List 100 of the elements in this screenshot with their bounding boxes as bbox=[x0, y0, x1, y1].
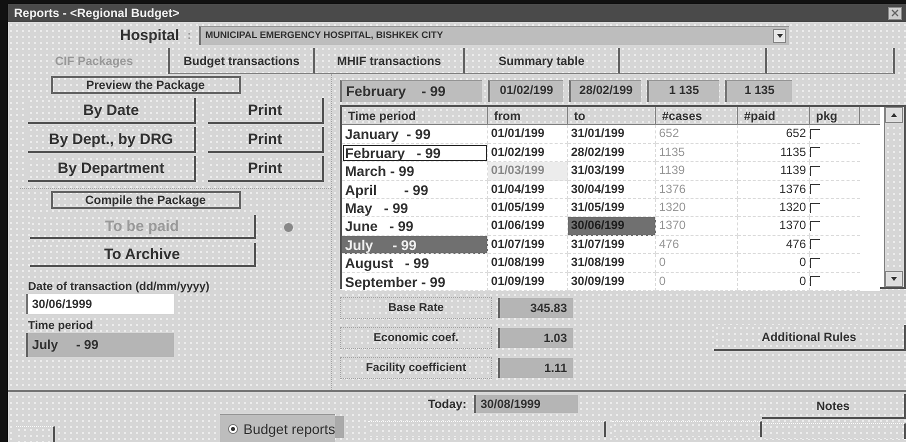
group-title: Preview the Package bbox=[50, 76, 240, 94]
table-cell: 01/09/199 bbox=[488, 272, 568, 291]
table-cell: 1370 bbox=[738, 217, 810, 236]
print-button[interactable]: Print bbox=[208, 127, 324, 153]
period-cell[interactable]: February - 99 bbox=[342, 144, 488, 162]
table-cell: 01/04/199 bbox=[488, 180, 568, 199]
period-cell[interactable]: August - 99 bbox=[342, 254, 488, 273]
rate-label: Facility coefficient bbox=[340, 357, 492, 379]
up-arrow-icon bbox=[891, 113, 897, 117]
column-header: #cases bbox=[656, 107, 738, 125]
pkg-checkbox[interactable] bbox=[810, 202, 820, 213]
table-cell: 30/06/199 bbox=[568, 217, 656, 236]
table-cell: 1320 bbox=[656, 198, 738, 218]
summary-field: 28/02/199 bbox=[569, 80, 641, 102]
period-cell[interactable]: June - 99 bbox=[342, 217, 488, 236]
table-cell: 1370 bbox=[656, 217, 738, 236]
table-cell: 28/02/199 bbox=[568, 144, 656, 162]
date-input[interactable]: 30/06/1999 bbox=[26, 294, 174, 314]
print-button[interactable]: Print bbox=[208, 156, 324, 182]
additional-rules-button[interactable]: Additional Rules bbox=[714, 325, 906, 351]
today-field: 30/08/1999 bbox=[474, 395, 578, 413]
table-cell: 01/08/199 bbox=[488, 254, 568, 273]
side-panel bbox=[335, 416, 344, 438]
notes-button[interactable]: Notes bbox=[762, 394, 906, 419]
print-button[interactable]: Print bbox=[208, 98, 324, 124]
table-cell: 476 bbox=[656, 236, 738, 254]
close-icon bbox=[891, 9, 899, 17]
rate-value: 1.03 bbox=[498, 328, 573, 348]
period-cell[interactable]: July - 99 bbox=[342, 236, 488, 254]
table-cell: 31/07/199 bbox=[568, 236, 656, 254]
table-cell: 01/07/199 bbox=[488, 236, 568, 254]
close-button[interactable] bbox=[888, 6, 902, 20]
column-header: to bbox=[568, 107, 656, 125]
summary-field: 01/02/199 bbox=[488, 80, 563, 102]
table-cell: 31/01/199 bbox=[568, 125, 656, 144]
rate-label: Economic coef. bbox=[340, 327, 492, 349]
table-cell: 652 bbox=[656, 125, 738, 144]
rate-label: Base Rate bbox=[340, 297, 492, 319]
compile-button[interactable]: To Archive bbox=[30, 243, 256, 267]
tab[interactable]: Budget transactions bbox=[170, 48, 315, 74]
table-cell: 1320 bbox=[738, 198, 810, 218]
table-cell: 0 bbox=[738, 254, 810, 273]
table-cell: 31/08/199 bbox=[568, 254, 656, 273]
down-arrow-icon bbox=[891, 277, 897, 281]
radio-option[interactable]: Budget reports bbox=[220, 414, 336, 442]
window-title: Reports - <Regional Budget> bbox=[14, 6, 180, 20]
radio-button[interactable] bbox=[228, 424, 238, 434]
hospital-value: MUNICIPAL EMERGENCY HOSPITAL, BISHKEK CITY bbox=[205, 30, 444, 41]
period-cell[interactable]: May - 99 bbox=[342, 198, 488, 218]
column-header: #paid bbox=[738, 107, 810, 125]
period-cell[interactable]: March - 99 bbox=[342, 162, 488, 181]
dropdown-button[interactable] bbox=[773, 28, 786, 42]
table-cell: 31/05/199 bbox=[568, 198, 656, 218]
label-separator: : bbox=[187, 28, 192, 42]
tab[interactable]: Summary table bbox=[465, 48, 620, 74]
scrollbar[interactable] bbox=[884, 107, 904, 287]
table-cell: 1139 bbox=[738, 162, 810, 181]
table-cell: 01/01/199 bbox=[488, 125, 568, 144]
table-cell: 31/03/199 bbox=[568, 162, 656, 181]
field-label: Time period bbox=[27, 319, 94, 333]
report-button[interactable]: By Date bbox=[28, 98, 196, 124]
rate-value: 1.11 bbox=[498, 358, 573, 378]
exit-button[interactable] bbox=[16, 426, 56, 442]
rate-value: 345.83 bbox=[498, 298, 573, 318]
field-label: Date of transaction (dd/mm/yyyy) bbox=[27, 280, 210, 294]
table-cell: 1135 bbox=[738, 144, 810, 162]
report-button[interactable]: By Dept., by DRG bbox=[28, 127, 196, 153]
scroll-down-button[interactable] bbox=[885, 271, 903, 287]
table-cell: 0 bbox=[656, 254, 738, 273]
period-cell[interactable]: January - 99 bbox=[342, 125, 488, 144]
period-field: July - 99 bbox=[26, 333, 174, 357]
table-cell: 01/05/199 bbox=[488, 198, 568, 218]
table-cell: 1135 bbox=[656, 144, 738, 162]
table-cell: 1376 bbox=[656, 180, 738, 199]
report-button[interactable]: By Department bbox=[28, 156, 196, 182]
group-title: Compile the Package bbox=[50, 191, 240, 209]
summary-field: February - 99 bbox=[340, 80, 482, 102]
table-cell: 1139 bbox=[656, 162, 738, 181]
table-cell: 0 bbox=[738, 272, 810, 291]
period-cell[interactable]: September - 99 bbox=[342, 272, 488, 291]
table-cell: 476 bbox=[738, 236, 810, 254]
scroll-up-button[interactable] bbox=[885, 107, 903, 123]
today-label: Today: bbox=[428, 397, 466, 411]
hospital-dropdown[interactable]: MUNICIPAL EMERGENCY HOSPITAL, BISHKEK CITY bbox=[199, 26, 790, 44]
radio-label: Budget reports bbox=[243, 420, 336, 436]
caret-icon bbox=[776, 34, 783, 38]
column-header: pkg bbox=[810, 107, 860, 125]
table-cell: 30/04/199 bbox=[568, 180, 656, 199]
table-cell: 652 bbox=[738, 125, 810, 144]
summary-field: 1 135 bbox=[647, 80, 719, 102]
table-cell: 1376 bbox=[738, 180, 810, 199]
period-cell[interactable]: April - 99 bbox=[342, 180, 488, 199]
column-header: from bbox=[488, 107, 568, 125]
column-header: Time period bbox=[342, 107, 488, 125]
table-cell: 01/02/199 bbox=[488, 144, 568, 162]
table-cell: 30/09/199 bbox=[568, 272, 656, 291]
table-cell: 0 bbox=[656, 272, 738, 291]
tab[interactable]: MHIF transactions bbox=[315, 48, 465, 74]
summary-field: 1 135 bbox=[725, 80, 792, 102]
table-cell: 01/03/199 bbox=[488, 162, 568, 181]
